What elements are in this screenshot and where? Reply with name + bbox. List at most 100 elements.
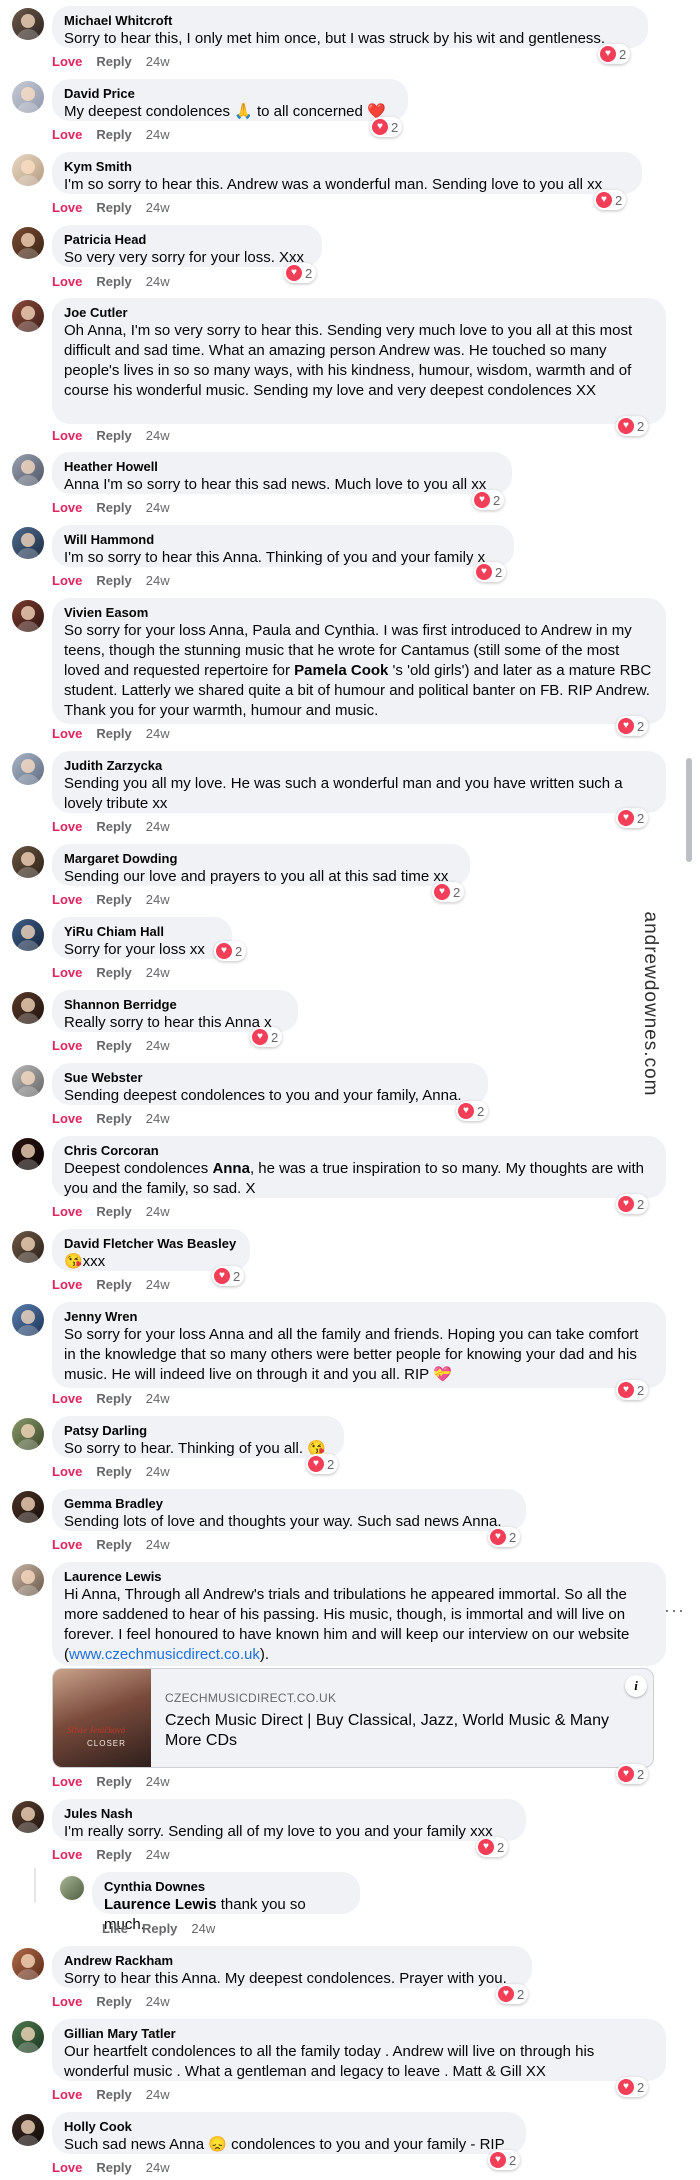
reaction-count[interactable]: ♥ 2 xyxy=(212,1266,245,1286)
reaction-count[interactable]: ♥ 2 xyxy=(616,1194,649,1214)
love-button[interactable]: Love xyxy=(52,2087,82,2102)
comment-author[interactable]: Patricia Head xyxy=(64,232,310,248)
like-button[interactable]: Like xyxy=(102,1921,128,1936)
scrollbar[interactable] xyxy=(686,758,692,862)
timestamp[interactable]: 24w xyxy=(146,274,170,289)
reply-button[interactable]: Reply xyxy=(142,1921,177,1936)
reply-button[interactable]: Reply xyxy=(96,1204,131,1219)
reply-button[interactable]: Reply xyxy=(96,1774,131,1789)
love-button[interactable]: Love xyxy=(52,274,82,289)
avatar[interactable] xyxy=(12,1138,44,1170)
reaction-count[interactable]: ♥ 2 xyxy=(598,44,631,64)
love-button[interactable]: Love xyxy=(52,1537,82,1552)
reaction-count[interactable]: ♥ 2 xyxy=(432,882,465,902)
reply-button[interactable]: Reply xyxy=(96,1038,131,1053)
mention[interactable]: Laurence Lewis xyxy=(104,1896,217,1913)
reaction-count[interactable]: ♥ 2 xyxy=(616,1380,649,1400)
love-button[interactable]: Love xyxy=(52,819,82,834)
timestamp[interactable]: 24w xyxy=(146,2160,170,2175)
reply-button[interactable]: Reply xyxy=(96,573,131,588)
comment-author[interactable]: David Price xyxy=(64,86,396,102)
reply-button[interactable]: Reply xyxy=(96,200,131,215)
avatar[interactable] xyxy=(12,1065,44,1097)
reply-button[interactable]: Reply xyxy=(96,1537,131,1552)
love-button[interactable]: Love xyxy=(52,892,82,907)
reaction-count[interactable]: ♥ 2 xyxy=(250,1027,283,1047)
comment-author[interactable]: Judith Zarzycka xyxy=(64,758,654,774)
timestamp[interactable]: 24w xyxy=(146,1774,170,1789)
timestamp[interactable]: 24w xyxy=(146,1847,170,1862)
love-button[interactable]: Love xyxy=(52,1994,82,2009)
timestamp[interactable]: 24w xyxy=(146,892,170,907)
reply-button[interactable]: Reply xyxy=(96,1391,131,1406)
reply-button[interactable]: Reply xyxy=(96,428,131,443)
avatar[interactable] xyxy=(12,753,44,785)
comment-author[interactable]: YiRu Chiam Hall xyxy=(64,924,220,940)
avatar[interactable] xyxy=(12,81,44,113)
comment-author[interactable]: Cynthia Downes xyxy=(104,1879,348,1895)
reaction-count[interactable]: ♥ 2 xyxy=(284,263,317,283)
comment-author[interactable]: David Fletcher Was Beasley xyxy=(64,1236,238,1252)
reaction-count[interactable]: ♥ 2 xyxy=(488,2150,521,2170)
timestamp[interactable]: 24w xyxy=(146,1537,170,1552)
reaction-count[interactable]: ♥ 2 xyxy=(472,490,505,510)
love-button[interactable]: Love xyxy=(52,1111,82,1126)
link-preview-card[interactable]: Silvie Jeníčková CLOSER CZECHMUSICDIRECT… xyxy=(52,1668,654,1768)
reply-button[interactable]: Reply xyxy=(96,1111,131,1126)
love-button[interactable]: Love xyxy=(52,500,82,515)
love-button[interactable]: Love xyxy=(52,54,82,69)
reply-button[interactable]: Reply xyxy=(96,500,131,515)
website-link[interactable]: www.czechmusicdirect.co.uk xyxy=(69,1646,260,1663)
love-button[interactable]: Love xyxy=(52,200,82,215)
comment-author[interactable]: Margaret Dowding xyxy=(64,851,458,867)
love-button[interactable]: Love xyxy=(52,1277,82,1292)
reaction-count[interactable]: ♥ 2 xyxy=(616,716,649,736)
reply-button[interactable]: Reply xyxy=(96,819,131,834)
timestamp[interactable]: 24w xyxy=(146,428,170,443)
love-button[interactable]: Love xyxy=(52,1204,82,1219)
reply-button[interactable]: Reply xyxy=(96,892,131,907)
love-button[interactable]: Love xyxy=(52,1847,82,1862)
comment-author[interactable]: Heather Howell xyxy=(64,459,500,475)
love-button[interactable]: Love xyxy=(52,1774,82,1789)
timestamp[interactable]: 24w xyxy=(146,127,170,142)
avatar[interactable] xyxy=(12,300,44,332)
comment-author[interactable]: Gillian Mary Tatler xyxy=(64,2026,654,2042)
reaction-count[interactable]: ♥ 2 xyxy=(488,1527,521,1547)
avatar[interactable] xyxy=(12,1948,44,1980)
avatar[interactable] xyxy=(60,1876,84,1900)
avatar[interactable] xyxy=(12,8,44,40)
timestamp[interactable]: 24w xyxy=(146,573,170,588)
reply-button[interactable]: Reply xyxy=(96,1847,131,1862)
avatar[interactable] xyxy=(12,992,44,1024)
avatar[interactable] xyxy=(12,2021,44,2053)
avatar[interactable] xyxy=(12,1418,44,1450)
timestamp[interactable]: 24w xyxy=(146,1391,170,1406)
love-button[interactable]: Love xyxy=(52,428,82,443)
reply-button[interactable]: Reply xyxy=(96,1464,131,1479)
avatar[interactable] xyxy=(12,1801,44,1833)
timestamp[interactable]: 24w xyxy=(146,1038,170,1053)
mention[interactable]: Pamela Cook xyxy=(294,662,388,679)
comment-author[interactable]: Andrew Rackham xyxy=(64,1953,520,1969)
avatar[interactable] xyxy=(12,1564,44,1596)
love-button[interactable]: Love xyxy=(52,1038,82,1053)
love-button[interactable]: Love xyxy=(52,965,82,980)
timestamp[interactable]: 24w xyxy=(146,1111,170,1126)
love-button[interactable]: Love xyxy=(52,573,82,588)
reaction-count[interactable]: ♥ 2 xyxy=(616,808,649,828)
comment-author[interactable]: Holly Cook xyxy=(64,2119,514,2135)
reply-button[interactable]: Reply xyxy=(96,1277,131,1292)
comment-author[interactable]: Joe Cutler xyxy=(64,305,654,321)
timestamp[interactable]: 24w xyxy=(146,500,170,515)
timestamp[interactable]: 24w xyxy=(146,726,170,741)
mention[interactable]: Anna xyxy=(212,1160,250,1177)
timestamp[interactable]: 24w xyxy=(146,54,170,69)
reaction-count[interactable]: ♥ 2 xyxy=(616,2077,649,2097)
reaction-count[interactable]: ♥ 2 xyxy=(474,562,507,582)
avatar[interactable] xyxy=(12,454,44,486)
reply-button[interactable]: Reply xyxy=(96,1994,131,2009)
comment-author[interactable]: Vivien Easom xyxy=(64,605,654,621)
more-options-icon[interactable]: ··· xyxy=(664,1600,685,1621)
timestamp[interactable]: 24w xyxy=(146,1994,170,2009)
